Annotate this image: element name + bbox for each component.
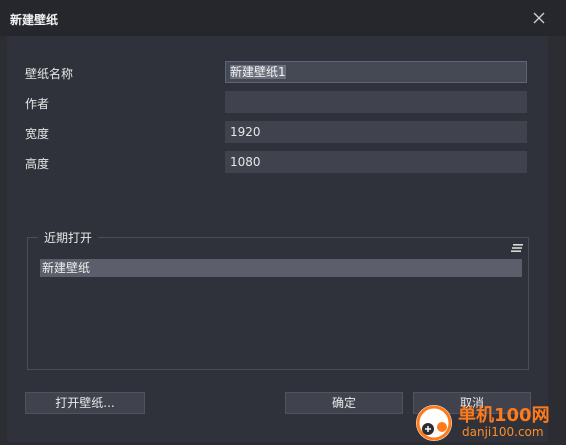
title-bar: 新建壁纸 (0, 0, 566, 36)
author-label: 作者 (25, 97, 50, 111)
close-icon[interactable] (532, 11, 546, 25)
width-input[interactable] (225, 121, 527, 143)
recent-group-title: 近期打开 (38, 229, 99, 246)
author-input[interactable] (225, 91, 527, 113)
list-menu-icon[interactable] (511, 243, 523, 253)
ok-button[interactable]: 确定 (285, 392, 403, 414)
recent-list-item[interactable]: 新建壁纸 (40, 259, 522, 277)
open-wallpaper-button[interactable]: 打开壁纸... (25, 392, 145, 414)
wallpaper-name-input[interactable]: 新建壁纸1 (225, 61, 527, 83)
height-input[interactable] (225, 151, 527, 173)
wallpaper-name-value: 新建壁纸1 (230, 65, 286, 79)
wallpaper-name-label: 壁纸名称 (25, 67, 74, 81)
watermark-site-name: 单机100网 (458, 405, 550, 426)
watermark-url: danji100.com (462, 425, 544, 439)
watermark-logo-icon (416, 405, 452, 441)
watermark: 单机100网 danji100.com (414, 401, 564, 443)
recent-group (27, 237, 529, 370)
height-label: 高度 (25, 157, 50, 171)
window-title: 新建壁纸 (10, 13, 59, 27)
width-label: 宽度 (25, 127, 50, 141)
